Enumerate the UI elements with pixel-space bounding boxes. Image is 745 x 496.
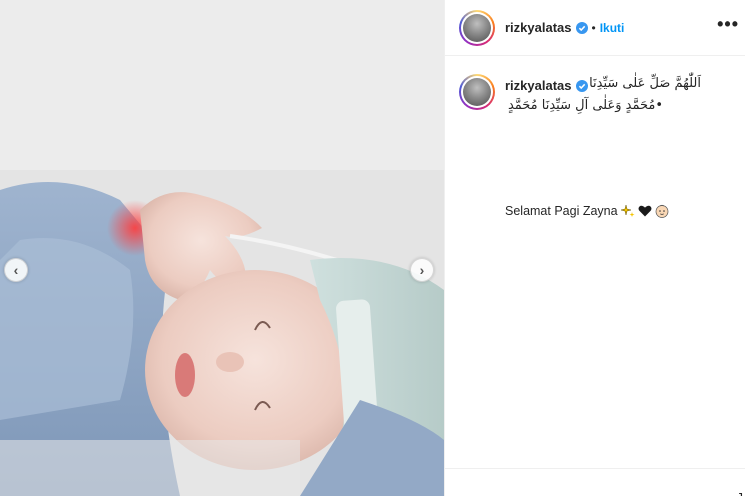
header-separator: • xyxy=(591,20,596,35)
black-heart-emoji-icon xyxy=(638,205,652,217)
header-username-link[interactable]: rizkyalatas xyxy=(505,20,572,35)
post-header: rizkyalatas • Ikuti ••• xyxy=(445,0,745,56)
caption-arabic-line-1: اَللّٰهُمَّ صَلِّ عَلٰى سَيِّدِنَا xyxy=(589,76,701,91)
baby-photo-illustration xyxy=(0,0,444,496)
caption-comment: rizkyalatas اَللّٰهُمَّ صَلِّ عَلٰى سَيِ… xyxy=(445,56,745,496)
next-photo-button[interactable]: › xyxy=(410,258,434,282)
follow-button[interactable]: Ikuti xyxy=(600,21,625,35)
comments-divider xyxy=(445,468,745,469)
caption-greeting-text: Selamat Pagi Zayna xyxy=(505,204,618,218)
chevron-right-icon: › xyxy=(419,262,425,278)
caption-avatar[interactable] xyxy=(459,74,495,110)
post-photo[interactable]: ‹ › xyxy=(0,0,444,496)
baby-emoji-icon xyxy=(655,204,668,218)
caption-arabic-line-2: •مُحَمَّدٍ وَعَلٰى آلِ سَيِّدِنَا مُحَمَ… xyxy=(507,98,663,113)
avatar-border xyxy=(461,11,493,44)
avatar-image xyxy=(463,13,491,42)
verified-badge-icon xyxy=(575,21,588,34)
truncated-text: J xyxy=(737,490,744,496)
previous-photo-button[interactable]: ‹ xyxy=(4,258,28,282)
caption-author: rizkyalatas xyxy=(505,78,588,93)
more-options-icon[interactable]: ••• xyxy=(717,14,739,35)
verified-badge-icon xyxy=(575,79,588,92)
chevron-left-icon: ‹ xyxy=(13,262,19,278)
caption-avatar-image xyxy=(463,78,491,106)
caption-username-link[interactable]: rizkyalatas xyxy=(505,78,572,93)
caption-greeting: Selamat Pagi Zayna xyxy=(505,204,669,218)
post-details-panel: rizkyalatas • Ikuti ••• rizkyalatas اَلل… xyxy=(444,0,745,496)
sparkles-emoji-icon xyxy=(620,204,635,217)
avatar[interactable] xyxy=(459,9,495,46)
caption-avatar-border xyxy=(461,76,493,108)
